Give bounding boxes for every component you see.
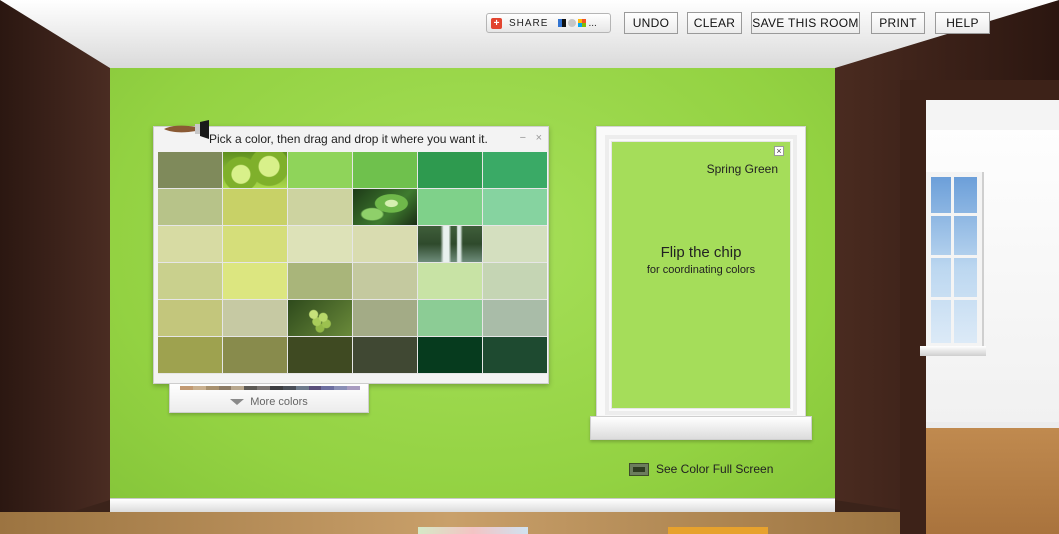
mini-swatch[interactable]: [282, 386, 296, 390]
share-services: ...: [558, 17, 597, 29]
color-swatch[interactable]: [158, 263, 222, 299]
color-swatch[interactable]: [353, 263, 417, 299]
palette-minimize-button[interactable]: −: [520, 132, 526, 144]
color-swatch[interactable]: [158, 152, 222, 188]
digg-icon: [568, 19, 577, 27]
color-chip-frame: × Spring Green Flip the chip for coordin…: [596, 126, 806, 422]
mini-swatch[interactable]: [347, 386, 361, 390]
color-swatch[interactable]: [158, 189, 222, 225]
adjoining-room-ceiling: [926, 100, 1059, 130]
share-label: SHARE: [509, 17, 549, 29]
mini-swatch[interactable]: [218, 386, 232, 390]
color-chip[interactable]: × Spring Green Flip the chip for coordin…: [611, 141, 791, 409]
save-room-button[interactable]: SAVE THIS ROOM: [751, 12, 860, 34]
left-wall[interactable]: [0, 0, 110, 534]
color-swatch[interactable]: [288, 152, 352, 188]
color-swatch[interactable]: [158, 226, 222, 262]
floor-cushion: [668, 527, 768, 534]
adjoining-room-floor: [926, 428, 1059, 534]
color-swatch[interactable]: [353, 337, 417, 373]
mini-swatch[interactable]: [231, 386, 245, 390]
see-full-screen-button[interactable]: See Color Full Screen: [629, 462, 773, 476]
help-button[interactable]: HELP: [935, 12, 990, 34]
mini-swatch[interactable]: [257, 386, 271, 390]
chip-frame-sill: [590, 416, 812, 440]
color-swatch[interactable]: [418, 263, 482, 299]
color-swatch[interactable]: [158, 300, 222, 336]
delicious-icon: [558, 19, 567, 27]
color-swatch[interactable]: [418, 337, 482, 373]
swatch-photo-leaves[interactable]: [353, 189, 417, 225]
more-colors-button[interactable]: More colors: [170, 396, 368, 408]
floor-rug: [418, 527, 528, 534]
color-swatch[interactable]: [353, 226, 417, 262]
color-palette-panel[interactable]: Pick a color, then drag and drop it wher…: [153, 120, 549, 384]
swatch-photo-waterfall[interactable]: [418, 226, 482, 262]
window-sill: [920, 346, 986, 356]
swatch-grid: [158, 152, 547, 374]
flip-chip-subtitle: for coordinating colors: [646, 264, 756, 276]
color-swatch[interactable]: [223, 263, 287, 299]
triangle-down-icon: [230, 399, 245, 406]
color-swatch[interactable]: [483, 226, 547, 262]
color-swatch[interactable]: [223, 189, 287, 225]
mini-swatch[interactable]: [295, 386, 309, 390]
chip-close-button[interactable]: ×: [774, 146, 784, 156]
mini-swatch[interactable]: [321, 386, 335, 390]
color-swatch[interactable]: [483, 152, 547, 188]
paint-brush-icon: [164, 120, 209, 139]
clear-button[interactable]: CLEAR: [687, 12, 742, 34]
print-button[interactable]: PRINT: [871, 12, 925, 34]
window: [926, 172, 982, 348]
mini-swatch[interactable]: [192, 386, 206, 390]
color-swatch[interactable]: [483, 337, 547, 373]
color-swatch[interactable]: [288, 337, 352, 373]
palette-header[interactable]: Pick a color, then drag and drop it wher…: [154, 120, 548, 151]
more-colors-tab[interactable]: More colors: [169, 384, 369, 413]
swatch-photo-apples[interactable]: [223, 152, 287, 188]
chip-color-name: Spring Green: [706, 162, 778, 176]
color-swatch[interactable]: [288, 189, 352, 225]
share-more: ...: [588, 17, 597, 29]
color-swatch[interactable]: [288, 226, 352, 262]
color-swatch[interactable]: [483, 263, 547, 299]
monitor-icon: [629, 462, 649, 476]
flip-chip-title[interactable]: Flip the chip: [612, 244, 790, 261]
color-swatch[interactable]: [223, 226, 287, 262]
mini-swatch[interactable]: [308, 386, 322, 390]
share-plus-icon: +: [491, 17, 502, 29]
windows-live-icon: [578, 19, 587, 27]
mini-swatch[interactable]: [205, 386, 219, 390]
swatch-photo-grapes[interactable]: [288, 300, 352, 336]
more-colors-label: More colors: [250, 396, 308, 408]
mini-swatch[interactable]: [334, 386, 348, 390]
see-full-screen-label: See Color Full Screen: [656, 462, 774, 476]
color-swatch[interactable]: [353, 152, 417, 188]
color-swatch[interactable]: [418, 152, 482, 188]
mini-swatch[interactable]: [180, 386, 193, 390]
color-swatch[interactable]: [483, 189, 547, 225]
color-swatch[interactable]: [353, 300, 417, 336]
mini-color-strip: [180, 386, 361, 390]
color-swatch[interactable]: [483, 300, 547, 336]
color-swatch[interactable]: [223, 337, 287, 373]
palette-instruction: Pick a color, then drag and drop it wher…: [209, 132, 488, 146]
palette-close-button[interactable]: ×: [536, 132, 542, 144]
color-swatch[interactable]: [418, 300, 482, 336]
color-swatch[interactable]: [418, 189, 482, 225]
undo-button[interactable]: UNDO: [624, 12, 678, 34]
color-swatch[interactable]: [288, 263, 352, 299]
share-button[interactable]: + SHARE ...: [486, 13, 611, 33]
color-swatch[interactable]: [158, 337, 222, 373]
color-swatch[interactable]: [223, 300, 287, 336]
mini-swatch[interactable]: [270, 386, 283, 390]
mini-swatch[interactable]: [244, 386, 258, 390]
